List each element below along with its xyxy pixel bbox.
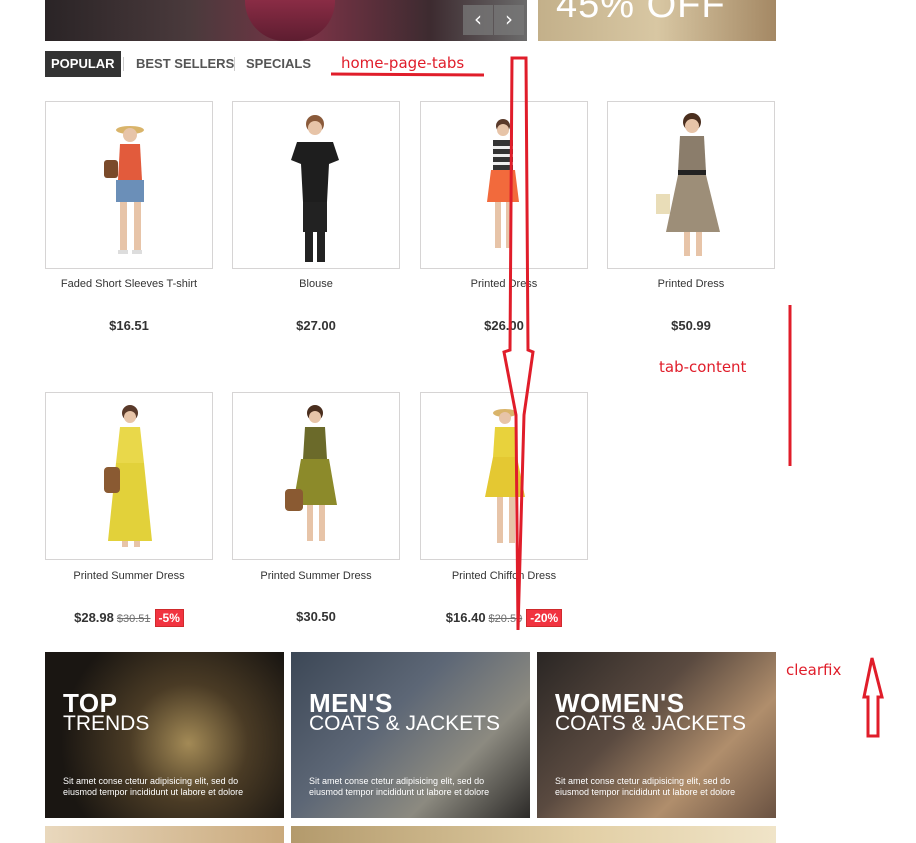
underline-mark xyxy=(330,72,485,77)
annotation-tab-content: tab-content xyxy=(659,358,747,376)
annotation-home-page-tabs: home-page-tabs xyxy=(341,54,465,72)
annotation-overlay xyxy=(330,56,884,738)
up-arrow-mark xyxy=(862,657,884,738)
annotation-clearfix: clearfix xyxy=(786,661,842,679)
down-arrow-mark xyxy=(502,56,535,631)
